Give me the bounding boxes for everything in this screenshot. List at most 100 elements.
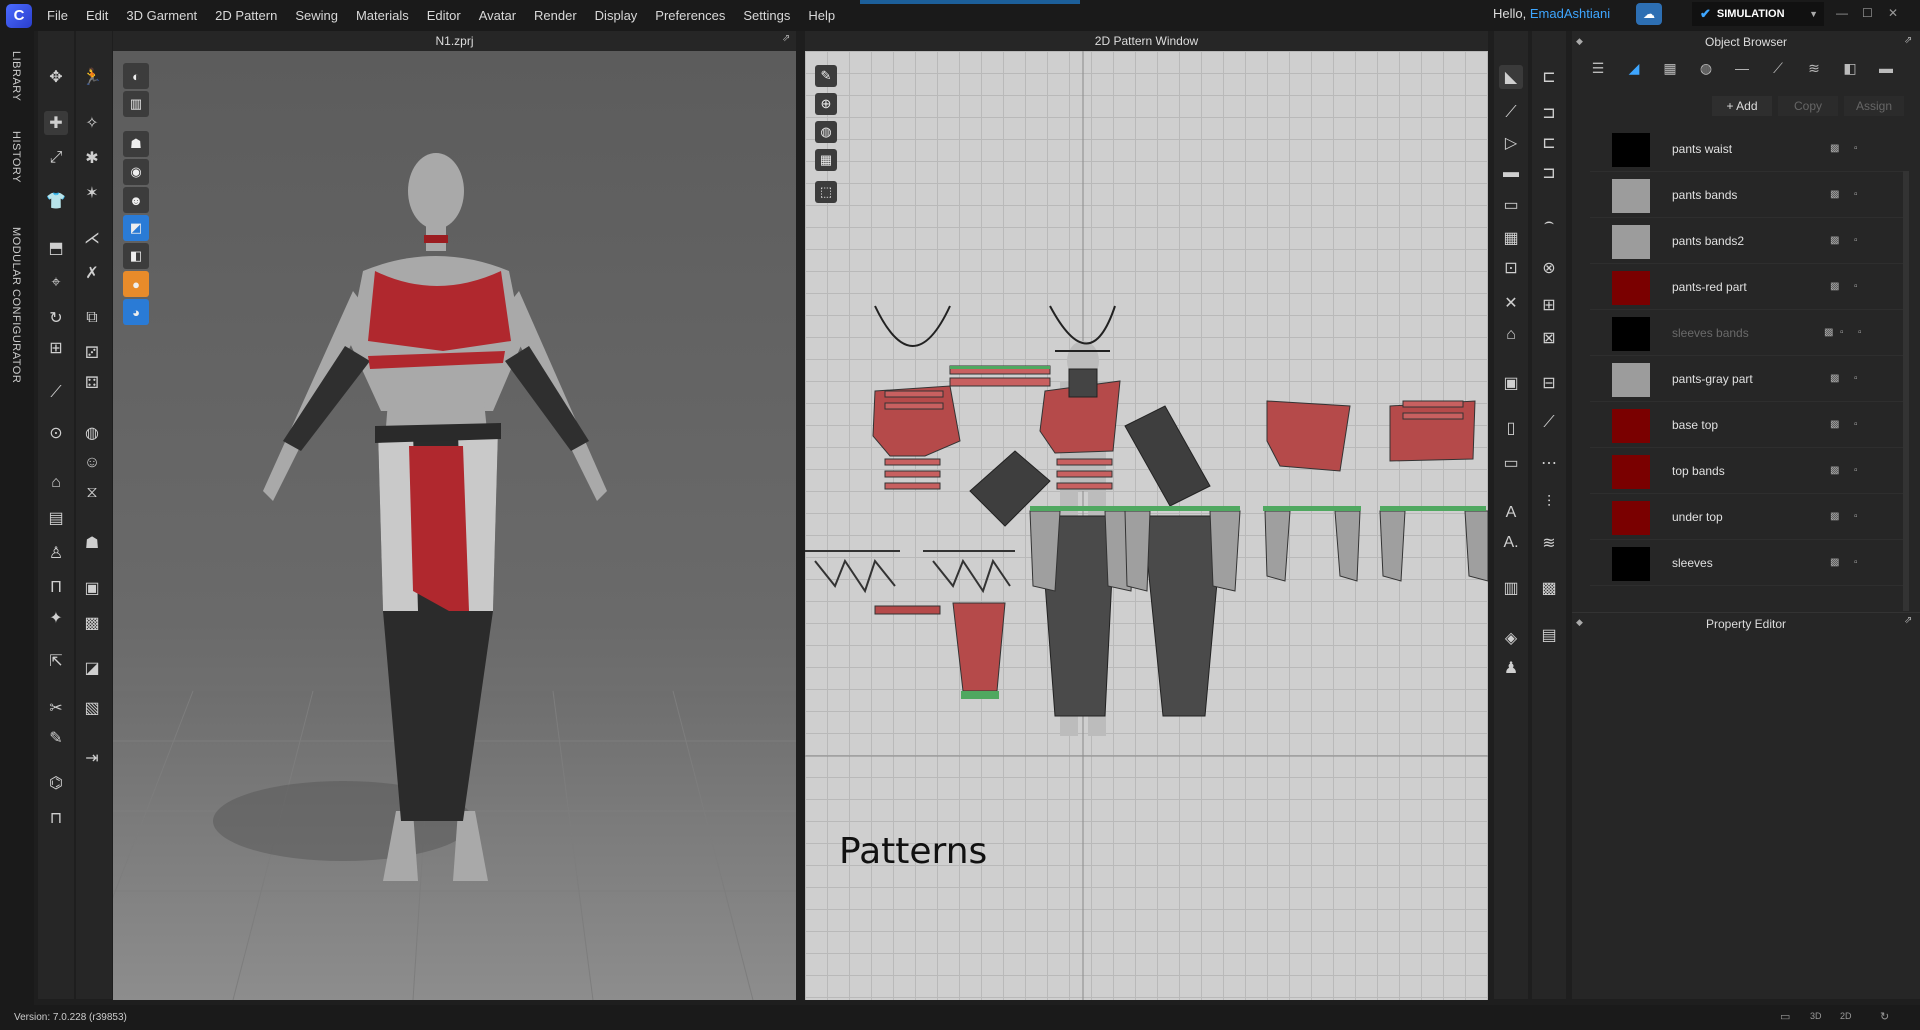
- annotation-icon[interactable]: A: [1499, 501, 1523, 525]
- layout-2d-icon[interactable]: 2D: [1840, 1011, 1852, 1021]
- free-sewing-icon[interactable]: ⊐: [1537, 101, 1561, 125]
- dart-icon[interactable]: ⌂: [1499, 323, 1523, 347]
- flatten-icon[interactable]: ⬒: [44, 236, 68, 260]
- expand-property-icon[interactable]: ⇗: [1904, 615, 1912, 626]
- graphic-icon[interactable]: ▣: [80, 576, 104, 600]
- fabric-swatch[interactable]: [1612, 317, 1650, 351]
- cloud-icon[interactable]: ☁: [1636, 3, 1662, 25]
- text-icon[interactable]: A.: [1499, 531, 1523, 555]
- expand-browser-icon[interactable]: ⇗: [1904, 35, 1912, 46]
- select-move-icon[interactable]: ✥: [44, 65, 68, 89]
- arrange-icon[interactable]: ⇱: [44, 649, 68, 673]
- tab-library[interactable]: LIBRARY: [10, 51, 22, 101]
- fabric-row[interactable]: under top ▩ ▫: [1590, 494, 1908, 540]
- fabric-options-icon[interactable]: ▫: [1854, 373, 1858, 384]
- zipper-icon[interactable]: ⧖: [80, 481, 104, 505]
- menu-preferences[interactable]: Preferences: [646, 0, 734, 31]
- ruler-icon[interactable]: ▯: [1499, 416, 1523, 440]
- username-link[interactable]: EmadAshtiani: [1530, 6, 1610, 21]
- fabric-options-icon[interactable]: ▫: [1854, 511, 1858, 522]
- maximize-icon[interactable]: ☐: [1862, 6, 1873, 20]
- copy-button[interactable]: Copy: [1778, 96, 1838, 116]
- fabric-swatch[interactable]: [1612, 363, 1650, 397]
- fabric-options-icon[interactable]: ▫: [1854, 189, 1858, 200]
- trace-icon[interactable]: ▣: [1499, 371, 1523, 395]
- pen-icon[interactable]: ✎: [44, 726, 68, 750]
- assign-button[interactable]: Assign: [1844, 96, 1904, 116]
- layout-2d3d-icon[interactable]: ▭: [1780, 1010, 1790, 1023]
- pin-icon[interactable]: ⌖: [44, 271, 68, 295]
- trim-icon[interactable]: ☗: [80, 531, 104, 555]
- shade-icon[interactable]: ⊟: [1537, 371, 1561, 395]
- fabric-swatch[interactable]: [1612, 409, 1650, 443]
- cut-icon[interactable]: ✕: [1499, 291, 1523, 315]
- fabric-list-scrollbar[interactable]: [1903, 171, 1909, 611]
- menu-file[interactable]: File: [38, 0, 77, 31]
- fabric-swatch[interactable]: [1612, 225, 1650, 259]
- menu-settings[interactable]: Settings: [734, 0, 799, 31]
- multi-sewing-icon[interactable]: ⊏: [1537, 131, 1561, 155]
- fabric-options-icon[interactable]: ▫: [1840, 327, 1844, 338]
- fold-arrangement-icon[interactable]: ⤢: [44, 146, 68, 170]
- fabric-row[interactable]: sleeves ▩ ▫: [1590, 540, 1908, 586]
- shirt-icon[interactable]: 👕: [44, 189, 68, 213]
- fabric-options-icon[interactable]: ▫: [1854, 465, 1858, 476]
- menu-display[interactable]: Display: [586, 0, 647, 31]
- fabric-assign-icon[interactable]: ▩: [1830, 281, 1839, 292]
- button-tab-icon[interactable]: ◍: [1688, 53, 1724, 83]
- fabric-assign-icon[interactable]: ▩: [1830, 511, 1839, 522]
- internal-polygon-icon[interactable]: ⊡: [1499, 256, 1523, 280]
- minimize-icon[interactable]: —: [1836, 6, 1848, 20]
- graphic-2d-icon[interactable]: ▩: [1537, 576, 1561, 600]
- button-icon[interactable]: ◍: [80, 421, 104, 445]
- grading-icon[interactable]: ▥: [1499, 576, 1523, 600]
- fabric-swatch[interactable]: [1612, 179, 1650, 213]
- menu-help[interactable]: Help: [799, 0, 844, 31]
- tab-modular-configurator[interactable]: MODULAR CONFIGURATOR: [10, 227, 22, 383]
- fabric-row[interactable]: top bands ▩ ▫: [1590, 448, 1908, 494]
- segment-sewing-icon[interactable]: ⊏: [1537, 65, 1561, 89]
- puckering-icon[interactable]: ▧: [80, 696, 104, 720]
- piping-icon[interactable]: ⊠: [1537, 326, 1561, 350]
- graphic-tab-icon[interactable]: ▦: [1652, 53, 1688, 83]
- menu-avatar[interactable]: Avatar: [470, 0, 525, 31]
- figure-icon[interactable]: ✦: [44, 606, 68, 630]
- pattern-window[interactable]: ✎ ⊕ ◍ ▦ ⬚ Patterns: [805, 51, 1488, 1000]
- menu-sewing[interactable]: Sewing: [286, 0, 347, 31]
- menu-2d-pattern[interactable]: 2D Pattern: [206, 0, 286, 31]
- grade-icon[interactable]: ◈: [1499, 626, 1523, 650]
- fabric-row[interactable]: pants waist ▩ ▫: [1590, 126, 1908, 172]
- menu-editor[interactable]: Editor: [418, 0, 470, 31]
- fabric-assign-icon[interactable]: ▩: [1830, 557, 1839, 568]
- avatar-2d-icon[interactable]: ♟: [1499, 656, 1523, 680]
- jacket-icon[interactable]: ⌬: [44, 771, 68, 795]
- transform-pattern-icon[interactable]: ◣: [1499, 65, 1523, 89]
- fabric-row[interactable]: base top ▩ ▫: [1590, 402, 1908, 448]
- layout-3d-icon[interactable]: 3D: [1810, 1011, 1822, 1021]
- edit-point-icon[interactable]: ⟋: [1499, 101, 1523, 125]
- fabric-assign-icon[interactable]: ▩: [1830, 465, 1839, 476]
- fabric-options-icon[interactable]: ▫: [1854, 235, 1858, 246]
- line-tool-icon[interactable]: ⟋: [44, 381, 68, 405]
- close-icon[interactable]: ✕: [1888, 6, 1898, 20]
- polygon-icon[interactable]: ▬: [1499, 161, 1523, 185]
- viewport-3d[interactable]: ◐ ▥ ☗ ◉ ☻ ◩ ◧ ● ◕: [113, 51, 796, 1000]
- fabric-swatch[interactable]: [1612, 133, 1650, 167]
- clo-logo-icon[interactable]: C: [0, 0, 38, 31]
- fabric-options-icon[interactable]: ▫: [1854, 281, 1858, 292]
- menu-3d-garment[interactable]: 3D Garment: [117, 0, 206, 31]
- strap-icon[interactable]: ⧉: [80, 306, 104, 330]
- sew-line-icon[interactable]: ⋌: [80, 226, 104, 250]
- merge-icon[interactable]: ⇥: [80, 746, 104, 770]
- tack-icon[interactable]: ↻: [44, 306, 68, 330]
- grid-icon[interactable]: ⚃: [80, 371, 104, 395]
- buttonhole-tab-icon[interactable]: —: [1724, 53, 1760, 83]
- garment-fit-icon[interactable]: ▤: [44, 506, 68, 530]
- fabric-row[interactable]: pants bands2 ▩ ▫: [1590, 218, 1908, 264]
- menu-render[interactable]: Render: [525, 0, 586, 31]
- dash-icon[interactable]: ⋯: [1537, 451, 1561, 475]
- fabric-row[interactable]: sleeves bands ▩ ▫ ▫: [1590, 310, 1908, 356]
- line-2d-icon[interactable]: ⟋: [1537, 411, 1561, 435]
- fabric-swatch[interactable]: [1612, 547, 1650, 581]
- edit-pattern-icon[interactable]: ✱: [80, 146, 104, 170]
